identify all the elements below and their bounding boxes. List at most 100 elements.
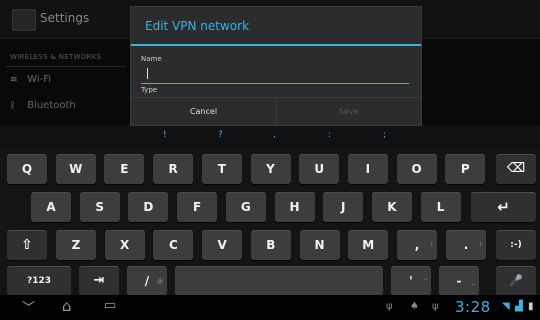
back-icon[interactable]: ﹀ <box>22 297 35 316</box>
key-m[interactable]: M <box>348 230 389 260</box>
suggestion-item[interactable]: ? <box>218 130 223 140</box>
key-q-label: Q <box>21 162 33 176</box>
key-l[interactable]: L <box>420 192 461 222</box>
soft-keyboard: ! ? , : ; Q W E R T Y U I O P ⌫ A S D F G H J K L ↵ ⇧ Z X C V B N M,… <box>0 126 540 296</box>
apostrophe-key[interactable]: ' " <box>391 266 431 296</box>
key-n[interactable]: N <box>299 230 340 260</box>
key-c-label: C <box>168 238 178 252</box>
key-r[interactable]: R <box>153 154 194 184</box>
key-m-label: M <box>362 238 375 252</box>
home-icon[interactable]: ⌂ <box>62 297 72 315</box>
key-g-label: G <box>240 200 251 214</box>
smiley-key[interactable]: :-) <box>496 230 536 260</box>
recent-apps-icon[interactable]: ▭ <box>104 298 116 313</box>
text-cursor <box>147 68 148 79</box>
slash-key-hint: @ <box>157 278 163 285</box>
key-g[interactable]: G <box>225 192 266 222</box>
period-key-hint: ? <box>478 242 482 249</box>
enter-key-label: ↵ <box>497 198 510 216</box>
key-t-label: T <box>217 162 226 176</box>
key-d[interactable]: D <box>128 192 169 222</box>
comma-key-hint: ! <box>430 242 433 249</box>
suggestion-item[interactable]: ; <box>383 130 386 140</box>
period-key[interactable]: .? <box>446 230 486 260</box>
key-e[interactable]: E <box>104 154 145 184</box>
key-k[interactable]: K <box>371 192 412 222</box>
key-p-label: P <box>460 162 470 176</box>
key-t[interactable]: T <box>201 154 242 184</box>
usb-icon: ψ <box>386 301 393 312</box>
suggestion-strip: ! ? , : ; <box>0 126 540 148</box>
tab-key[interactable]: ⇥ <box>79 266 119 296</box>
suggestion-item[interactable]: : <box>328 130 331 140</box>
key-s-label: S <box>95 200 105 214</box>
cell-signal-icon: ▟ <box>515 301 523 312</box>
dash-key-hint: _ <box>472 278 475 285</box>
key-x-label: X <box>120 238 130 252</box>
tab-key-label: ⇥ <box>93 273 105 288</box>
key-h[interactable]: H <box>274 192 315 222</box>
enter-key[interactable]: ↵ <box>471 192 536 222</box>
symbols-key[interactable]: ?123 <box>7 266 71 296</box>
key-u[interactable]: U <box>299 154 340 184</box>
edit-vpn-dialog: Edit VPN network Name Type Cancel Save <box>130 6 422 126</box>
key-c[interactable]: C <box>153 230 194 260</box>
name-label: Name <box>141 55 162 63</box>
key-s[interactable]: S <box>79 192 120 222</box>
key-i[interactable]: I <box>347 154 388 184</box>
key-z-label: Z <box>71 238 81 252</box>
apostrophe-key-hint: " <box>424 278 427 285</box>
dash-key[interactable]: - _ <box>439 266 479 296</box>
key-i-label: I <box>365 162 371 176</box>
key-q[interactable]: Q <box>7 154 47 184</box>
key-a-label: A <box>46 200 56 214</box>
shift-key[interactable]: ⇧ <box>7 230 47 260</box>
key-y-label: Y <box>266 162 275 176</box>
key-j[interactable]: J <box>323 192 364 222</box>
key-n-label: N <box>314 238 325 252</box>
system-bar: ﹀ ⌂ ▭ ψ ♠ ψ 3:28 ◥ ▟ ▮ <box>0 295 540 320</box>
key-b-label: B <box>266 238 276 252</box>
key-w-label: W <box>69 162 83 176</box>
cancel-button[interactable]: Cancel <box>131 98 277 126</box>
suggestion-item[interactable]: , <box>273 130 276 140</box>
name-input[interactable] <box>141 65 409 84</box>
space-key[interactable] <box>175 266 383 296</box>
key-f-label: F <box>192 200 202 214</box>
key-y[interactable]: Y <box>250 154 291 184</box>
dialog-title-divider <box>131 44 421 46</box>
key-k-label: K <box>387 200 397 214</box>
key-u-label: U <box>314 162 325 176</box>
key-l-label: L <box>436 200 445 214</box>
clock[interactable]: 3:28 <box>455 298 491 316</box>
key-v[interactable]: V <box>202 230 243 260</box>
key-b[interactable]: B <box>250 230 291 260</box>
key-o-label: O <box>411 162 422 176</box>
key-h-label: H <box>289 200 300 214</box>
save-button[interactable]: Save <box>276 98 421 126</box>
key-f[interactable]: F <box>177 192 218 222</box>
comma-key[interactable]: ,! <box>397 230 437 260</box>
key-e-label: E <box>120 162 129 176</box>
key-a[interactable]: A <box>31 192 71 222</box>
android-debug-icon: ♠ <box>410 301 419 312</box>
symbols-key-label: ?123 <box>26 276 51 286</box>
backspace-key[interactable]: ⌫ <box>496 154 536 184</box>
smiley-key-label: :-) <box>510 240 522 250</box>
battery-icon: ▮ <box>528 301 534 312</box>
slash-key[interactable]: / @ <box>127 266 167 296</box>
dialog-title: Edit VPN network <box>145 19 250 33</box>
backspace-key-label: ⌫ <box>506 161 526 176</box>
key-z[interactable]: Z <box>56 230 96 260</box>
key-p[interactable]: P <box>445 154 486 184</box>
key-o[interactable]: O <box>396 154 437 184</box>
voice-input-key-label: 🎤 <box>509 274 523 287</box>
key-w[interactable]: W <box>55 154 96 184</box>
suggestion-item[interactable]: ! <box>163 130 167 140</box>
dialog-button-bar: Cancel Save <box>131 97 421 126</box>
key-x[interactable]: X <box>104 230 145 260</box>
key-d-label: D <box>143 200 154 214</box>
key-v-label: V <box>217 238 227 252</box>
wifi-signal-icon: ◥ <box>502 301 510 312</box>
voice-input-key[interactable]: 🎤 <box>496 266 536 296</box>
